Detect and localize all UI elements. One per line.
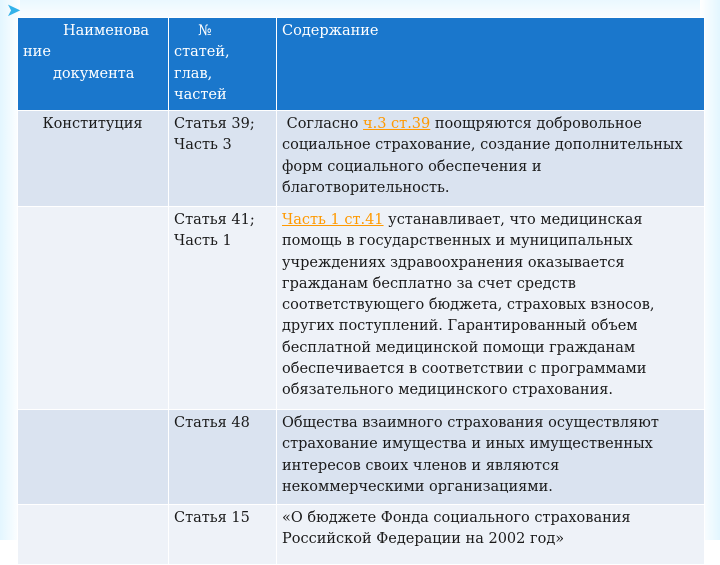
article-reference-link[interactable]: Часть 1 ст.41 [282,212,384,228]
article-reference-link[interactable]: ч.3 ст.39 [363,116,430,132]
row-content-cell: Согласно ч.3 ст.39 поощряются добровольн… [276,110,705,207]
table-header-row: Наименова ние документа № статей, глав, … [17,17,705,111]
table-row: Статья 48 Общества взаимного страхования… [17,409,705,505]
row-content-cell: «О бюджете Фонда социального страхования… [276,504,705,565]
row-content-cell: Общества взаимного страхования осуществл… [276,409,705,505]
table-row: Статья 41; Часть 1 Часть 1 ст.41 устанав… [17,206,705,410]
row-content-cell: Часть 1 ст.41 устанавливает, что медицин… [276,206,705,410]
row-article-cell: Статья 39; Часть 3 [168,110,277,207]
row-article-cell: Статья 41; Часть 1 [168,206,277,410]
header-content: Содержание [276,17,705,111]
row-article-cell: Статья 48 [168,409,277,505]
row-document-cell [17,504,169,565]
header-article-number: № статей, глав, частей [168,17,277,111]
row-article-cell: Статья 15 [168,504,277,565]
table-row: Статья 15 «О бюджете Фонда социального с… [17,504,705,565]
row-document-cell [17,206,169,410]
legal-documents-table: Наименова ние документа № статей, глав, … [17,17,705,565]
header-document-name: Наименова ние документа [17,17,169,111]
row-document-cell [17,409,169,505]
table-row: Конституция Статья 39; Часть 3 Согласно … [17,110,705,207]
row-document-cell: Конституция [17,110,169,207]
